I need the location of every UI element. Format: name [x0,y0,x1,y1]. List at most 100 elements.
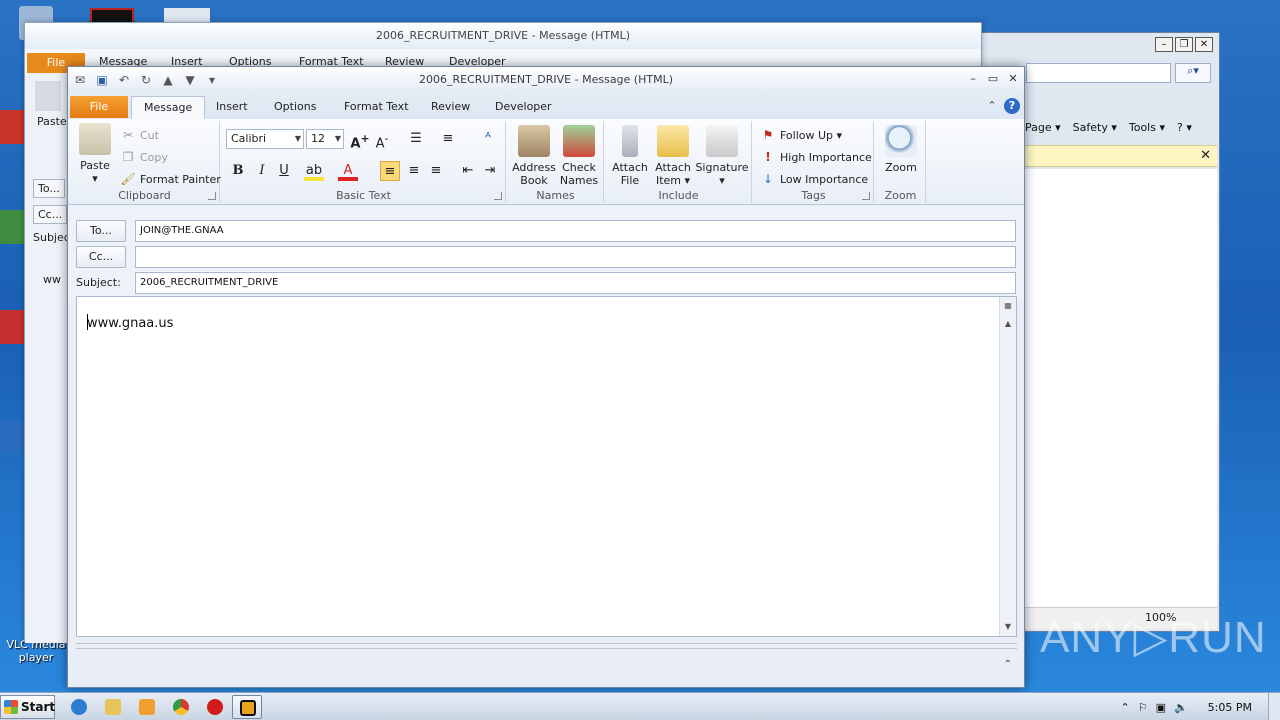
show-desktop-button[interactable] [1268,693,1280,720]
close-icon[interactable]: ✕ [1006,72,1020,86]
minimize-icon[interactable]: – [966,72,980,86]
follow-up-label: Follow Up ▾ [780,128,843,142]
taskbar-outlook[interactable] [232,695,262,719]
ruler-icon[interactable]: ▦ [1001,299,1015,313]
bg-paste-label[interactable]: Paste [37,115,67,128]
attach-item-button[interactable]: Attach Item ▾ [652,125,694,187]
expand-people-pane-icon[interactable]: ⌃ [1004,659,1012,670]
ie-command-bar: Page ▾ Safety ▾ Tools ▾ ? ▾ [1025,121,1192,134]
tab-insert[interactable]: Insert [216,100,248,113]
message-body[interactable]: www.gnaa.us ▦ ▲ ▼ [76,296,1017,637]
close-icon[interactable]: ✕ [1200,148,1211,163]
copy-button[interactable]: ❐ Copy [120,149,168,165]
show-hidden-icons-icon[interactable]: ⌃ [1120,701,1129,714]
clock[interactable]: 5:05 PM [1208,701,1252,714]
tab-review[interactable]: Review [431,100,470,113]
close-icon[interactable]: ✕ [1195,37,1213,52]
bg-to-button[interactable]: To... [33,179,65,198]
volume-icon[interactable]: 🔈 [1174,701,1188,714]
taskbar-chrome[interactable] [166,695,196,719]
ie-help-menu[interactable]: ? ▾ [1177,121,1192,134]
paste-button[interactable]: Paste ▾ [76,123,114,185]
group-label: Basic Text [336,189,391,202]
system-tray: ⌃ ⚐ ▣ 🔈 5:05 PM [1120,693,1280,720]
taskbar-explorer[interactable] [98,695,128,719]
ie-search-icon[interactable]: ⌕▾ [1175,63,1211,83]
copy-icon: ❐ [122,150,134,164]
subject-field[interactable]: 2006_RECRUITMENT_DRIVE [135,272,1016,294]
signature-label: Signature [695,161,749,174]
taskbar-ie[interactable] [64,695,94,719]
restore-icon[interactable]: ❐ [1175,37,1193,52]
bold-icon[interactable]: B [228,161,248,181]
shrink-font-icon[interactable]: A- [372,129,392,151]
minimize-icon[interactable]: – [1155,37,1173,52]
network-icon[interactable]: ▣ [1156,701,1166,714]
decrease-indent-icon[interactable]: ⇤ [458,161,478,181]
bg-cc-button[interactable]: Cc... [33,205,68,224]
people-pane-divider[interactable] [76,643,1017,649]
ie-tools-menu[interactable]: Tools ▾ [1129,121,1165,134]
increase-indent-icon[interactable]: ⇥ [480,161,500,181]
tab-message[interactable]: Message [131,96,206,119]
to-button[interactable]: To... [76,220,126,242]
group-clipboard: Paste ▾ ✂ Cut ❐ Copy 🖌 Format Painter Clipbo… [70,121,221,203]
attach-file-button[interactable]: Attach File [610,125,650,187]
dialog-launcher-icon[interactable] [494,192,502,200]
chevron-down-icon: ▾ [719,174,725,187]
magnifier-icon [885,125,917,157]
follow-up-button[interactable]: ⚑ Follow Up ▾ [760,127,842,143]
font-name-select[interactable]: Calibri ▼ [226,129,304,149]
cut-button[interactable]: ✂ Cut [120,127,159,143]
signature-button[interactable]: Signature ▾ [694,125,750,187]
chevron-down-icon: ▼ [334,134,341,143]
highlight-icon[interactable]: ab [304,161,324,181]
start-button[interactable]: Start [0,695,55,719]
cc-field[interactable] [135,246,1016,268]
taskbar-media[interactable] [132,695,162,719]
minimize-ribbon-icon[interactable]: ⌃ [986,98,998,114]
styles-icon[interactable]: ᴬ [478,129,498,149]
bullets-icon[interactable]: ☰ [406,129,426,149]
align-center-icon[interactable]: ≡ [404,161,424,181]
scroll-down-icon[interactable]: ▼ [1001,620,1015,634]
low-importance-button[interactable]: ↓ Low Importance [760,171,868,187]
ribbon-tabs: File Message Insert Options Format Text … [68,93,1024,119]
format-painter-button[interactable]: 🖌 Format Painter [120,171,220,187]
ie-page-menu[interactable]: Page ▾ [1025,121,1061,134]
tab-options[interactable]: Options [274,100,316,113]
attach-file-label-1: Attach [612,161,648,174]
italic-icon[interactable]: I [252,161,272,181]
action-center-flag-icon[interactable]: ⚐ [1138,701,1148,714]
group-label: Names [536,189,575,202]
scroll-up-icon[interactable]: ▲ [1001,317,1015,331]
bg-title-bar: 2006_RECRUITMENT_DRIVE - Message (HTML) [25,23,981,49]
align-left-icon[interactable]: ≡ [380,161,400,181]
envelope-icon [657,125,689,157]
check-names-button[interactable]: Check Names [558,125,600,187]
to-field[interactable]: JOIN@THE.GNAA [135,220,1016,242]
underline-icon[interactable]: U [274,161,294,181]
chevron-down-icon: ▼ [294,134,301,143]
taskbar-opera[interactable] [200,695,230,719]
font-name-value: Calibri [231,132,267,145]
font-color-icon[interactable]: A [338,161,358,181]
dialog-launcher-icon[interactable] [208,192,216,200]
tab-developer[interactable]: Developer [495,100,552,113]
tab-file[interactable]: File [70,96,128,118]
grow-font-icon[interactable]: A+ [350,129,370,151]
align-right-icon[interactable]: ≡ [426,161,446,181]
cc-button[interactable]: Cc... [76,246,126,268]
ie-address-bar[interactable] [1026,63,1171,83]
dialog-launcher-icon[interactable] [862,192,870,200]
vertical-scrollbar[interactable]: ▦ ▲ ▼ [999,297,1016,636]
high-importance-button[interactable]: ! High Importance [760,149,872,165]
numbering-icon[interactable]: ≡ [438,129,458,149]
ie-safety-menu[interactable]: Safety ▾ [1073,121,1117,134]
maximize-icon[interactable]: ▭ [986,72,1000,86]
zoom-button[interactable]: Zoom [880,125,922,174]
tab-format-text[interactable]: Format Text [344,100,409,113]
font-size-select[interactable]: 12 ▼ [306,129,344,149]
help-icon[interactable]: ? [1004,98,1020,114]
address-book-button[interactable]: Address Book [512,125,556,187]
